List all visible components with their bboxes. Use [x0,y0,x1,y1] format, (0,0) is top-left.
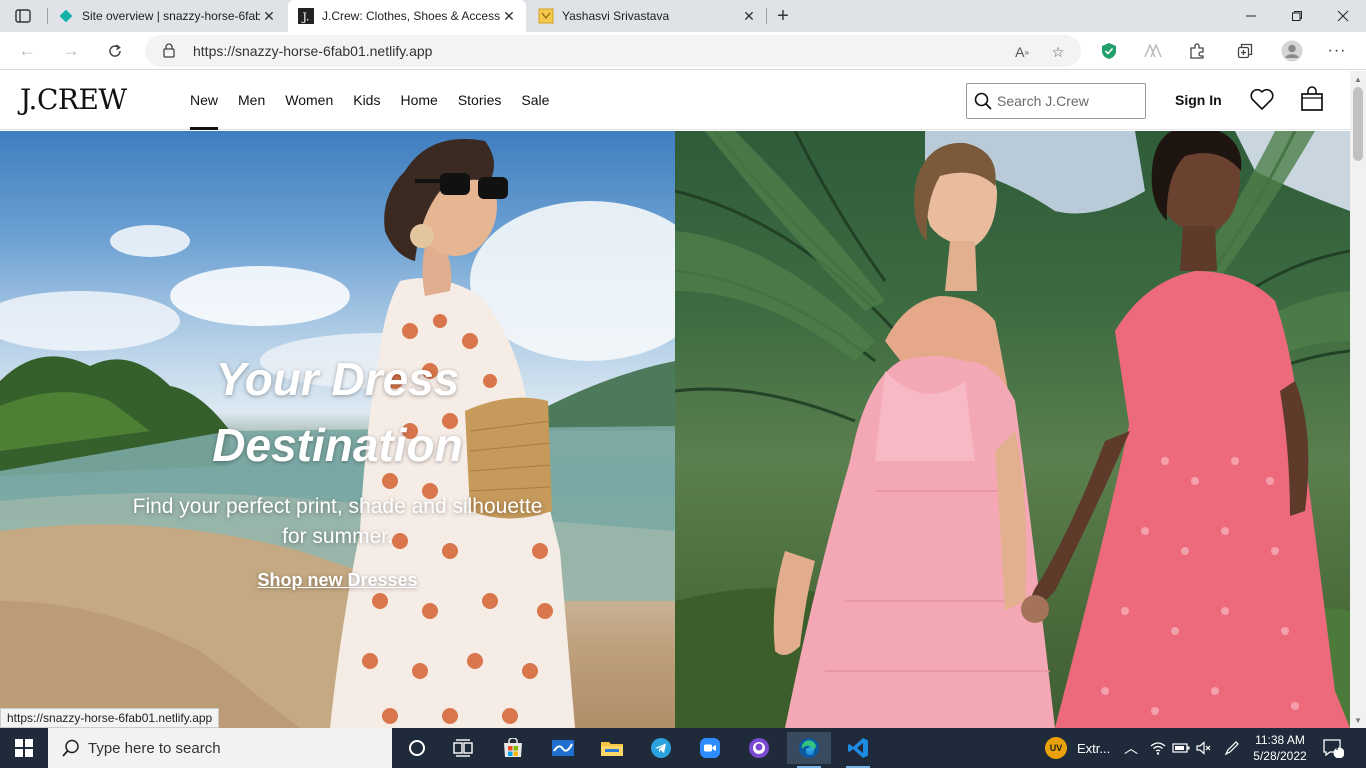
tab-close-icon[interactable]: ✕ [500,7,518,25]
hero-title-line1: Your Dress [215,353,460,405]
microsoft-store-icon[interactable] [491,732,535,764]
page-scrollbar[interactable]: ▲ ▼ [1350,71,1366,728]
url-text[interactable]: https://snazzy-horse-6fab01.netlify.app [193,43,432,59]
hero-banner: Your Dress Destination Find your perfect… [0,131,1350,728]
search-input[interactable] [997,92,1137,110]
hero-subtitle-line2: for summer. [282,525,393,548]
scroll-down-arrow[interactable]: ▼ [1350,712,1366,728]
browser-tab-strip: Site overview | snazzy-horse-6fab ✕ J. J… [0,0,1366,32]
lock-icon[interactable] [163,43,175,63]
hero-title-line2: Destination [212,419,463,471]
nav-item-home[interactable]: Home [400,71,437,130]
add-favorite-icon[interactable]: ☆ [1047,41,1069,63]
back-button[interactable]: ← [12,36,42,66]
tab-title: Yashasvi Srivastava [562,9,670,23]
sign-in-link[interactable]: Sign In [1175,92,1222,108]
main-nav: New Men Women Kids Home Stories Sale [190,71,569,130]
browser-tab-profile[interactable]: Yashasvi Srivastava ✕ [528,0,766,32]
address-bar[interactable]: https://snazzy-horse-6fab01.netlify.app … [145,35,1081,67]
shop-dresses-link[interactable]: Shop new Dresses [257,570,417,591]
jcrew-j-icon: J. [298,8,314,24]
jcrew-site: J.CREW New Men Women Kids Home Stories S… [0,71,1350,728]
search-icon[interactable] [974,92,992,115]
telegram-icon[interactable] [639,732,683,764]
tab-actions-icon[interactable] [8,4,38,28]
tab-title: J.Crew: Clothes, Shoes & Accesso [322,9,500,23]
shopping-bag-icon[interactable] [1300,86,1326,114]
extensions-puzzle-icon[interactable] [1182,36,1212,66]
file-explorer-icon[interactable] [590,732,634,764]
show-hidden-icons-chevron-icon[interactable]: ︿ [1124,728,1138,768]
profile-avatar[interactable] [1277,36,1307,66]
hero-copy: Your Dress Destination Find your perfect… [100,346,575,591]
netlify-diamond-icon [58,8,74,24]
scroll-up-arrow[interactable]: ▲ [1350,71,1366,87]
more-menu-icon[interactable]: ··· [1322,36,1352,66]
tab-close-icon[interactable]: ✕ [260,7,278,25]
read-aloud-icon[interactable]: A» [1011,41,1033,63]
refresh-button[interactable] [100,36,130,66]
nav-item-women[interactable]: Women [285,71,333,130]
browser-toolbar: ← → https://snazzy-horse-6fab01.netlify.… [0,32,1366,70]
site-header: J.CREW New Men Women Kids Home Stories S… [0,71,1350,130]
nav-item-new[interactable]: New [190,71,219,130]
edge-browser-icon[interactable] [787,732,831,768]
task-view-icon[interactable] [441,732,485,764]
system-tray: UV Extr... [1045,728,1110,768]
whiteboard-app-icon[interactable] [541,732,585,764]
zoom-icon[interactable] [688,732,732,764]
svg-text:J.: J. [301,11,309,24]
github-desktop-icon[interactable] [737,732,781,764]
browser-tab-jcrew[interactable]: J. J.Crew: Clothes, Shoes & Accesso ✕ [288,0,526,32]
clock-time: 11:38 AM [1255,733,1305,747]
tab-title: Site overview | snazzy-horse-6fab [82,9,260,23]
battery-icon[interactable] [1172,728,1190,768]
clock-date: 5/28/2022 [1253,749,1307,763]
hero-dresses-photo[interactable] [675,131,1350,728]
uv-extension-icon[interactable]: UV [1045,737,1067,759]
heart-icon[interactable] [1249,87,1275,113]
volume-muted-icon[interactable] [1196,728,1212,768]
windows-start-icon[interactable] [0,728,48,768]
pen-icon[interactable] [1224,728,1240,768]
notification-count-badge: 7 [1335,742,1341,752]
tab-close-icon[interactable]: ✕ [740,7,758,25]
close-window-button[interactable] [1320,0,1366,32]
jcrew-logo[interactable]: J.CREW [20,83,127,116]
restore-button[interactable] [1274,0,1320,32]
cortana-circle-icon[interactable] [395,732,439,764]
yellow-page-icon [538,8,554,24]
collections-icon[interactable] [1230,36,1260,66]
search-icon [62,739,80,762]
forward-button[interactable]: → [56,36,86,66]
nav-item-men[interactable]: Men [238,71,265,130]
wifi-icon[interactable] [1150,728,1166,768]
notification-center-icon[interactable]: 7 [1322,728,1344,768]
hero-subtitle-line1: Find your perfect print, shade and silho… [132,495,543,518]
extension-icon[interactable] [1138,36,1168,66]
taskbar-search-box[interactable]: Type here to search [48,728,392,768]
taskbar-search-placeholder[interactable]: Type here to search [88,740,221,757]
windows-taskbar: Type here to search UV Extr... ︿ 11:38 A… [0,728,1366,768]
tray-app-label[interactable]: Extr... [1077,741,1110,756]
site-search[interactable] [966,83,1146,119]
browser-tab-netlify[interactable]: Site overview | snazzy-horse-6fab ✕ [48,0,286,32]
hero-beach-photo[interactable]: Your Dress Destination Find your perfect… [0,131,675,728]
minimize-button[interactable] [1228,0,1274,32]
nav-item-kids[interactable]: Kids [353,71,380,130]
vscode-icon[interactable] [836,732,880,768]
taskbar-clock[interactable]: 11:38 AM 5/28/2022 [1250,732,1310,764]
nav-item-stories[interactable]: Stories [458,71,502,130]
status-url-tooltip: https://snazzy-horse-6fab01.netlify.app [0,708,220,728]
scroll-thumb[interactable] [1353,87,1363,161]
shield-extension-icon[interactable] [1094,36,1124,66]
new-tab-button[interactable]: + [770,4,796,28]
nav-item-sale[interactable]: Sale [521,71,549,130]
